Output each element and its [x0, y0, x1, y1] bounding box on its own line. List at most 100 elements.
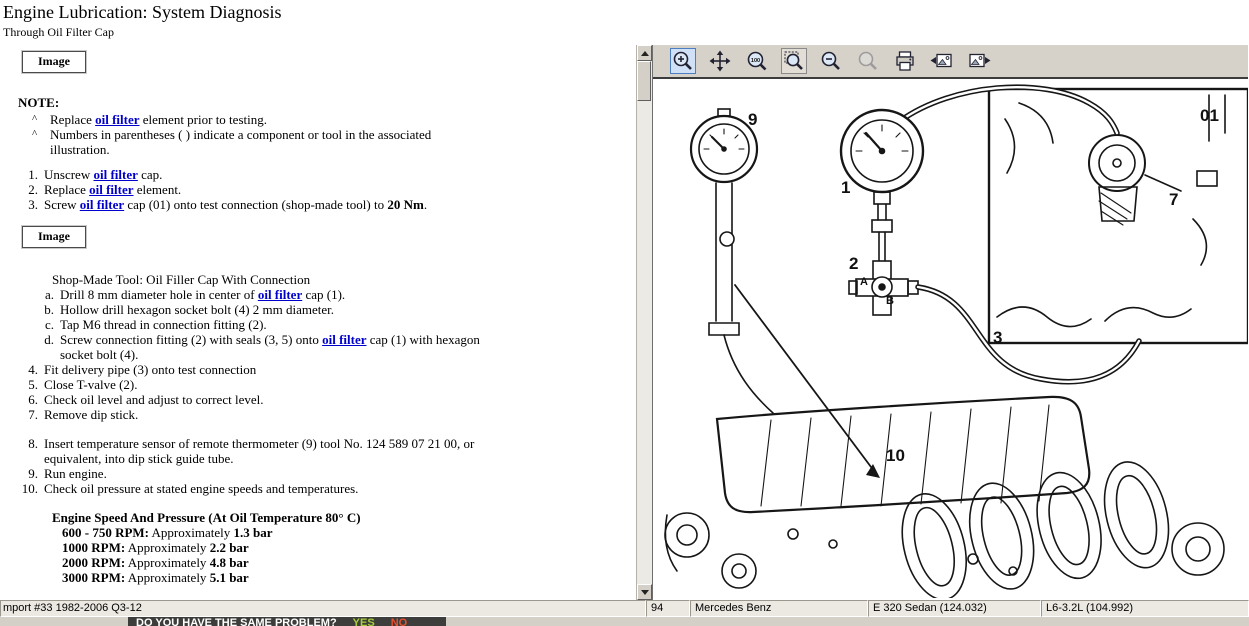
label-gauge-1: 1 [841, 178, 850, 197]
zoom-out-icon [820, 50, 842, 72]
step-row-7: 7. Remove dip stick. [0, 407, 636, 422]
pan-icon [709, 50, 731, 72]
pan-button[interactable] [707, 48, 733, 74]
text-segment: Unscrew [44, 167, 93, 182]
previous-image-button[interactable] [929, 48, 955, 74]
text-segment: Screw [44, 197, 80, 212]
print-icon [894, 50, 916, 72]
text-segment: cap. [138, 167, 163, 182]
substep-row-c: c. Tap M6 thread in connection fitting (… [0, 317, 636, 332]
pressure-line-2: 1000 RPM: Approximately 2.2 bar [62, 540, 636, 555]
vertical-scrollbar[interactable] [636, 45, 652, 600]
note-item: ^ Numbers in parentheses ( ) indicate a … [0, 127, 636, 157]
label-housing-01: 01 [1200, 106, 1219, 125]
oil-filter-link[interactable]: oil filter [95, 112, 139, 127]
rpm-label: 2000 RPM: [62, 555, 125, 570]
oil-filter-link[interactable]: oil filter [93, 167, 137, 182]
rpm-label: 1000 RPM: [62, 540, 125, 555]
scroll-up-button[interactable] [637, 45, 652, 61]
note-text: Replace oil filter element prior to test… [50, 112, 267, 127]
scrollbar-track[interactable] [637, 61, 652, 584]
zoom-window-button[interactable] [781, 48, 807, 74]
oil-filter-link[interactable]: oil filter [89, 182, 133, 197]
step-row-5: 5. Close T-valve (2). [0, 377, 636, 392]
oil-filter-link[interactable]: oil filter [322, 332, 366, 347]
app-window: Engine Lubrication: System Diagnosis Thr… [0, 0, 1249, 626]
forum-bar-right-spacer [446, 617, 1249, 626]
note-marker: ^ [32, 112, 50, 127]
forum-bar-left-spacer [0, 617, 128, 626]
page-title: Engine Lubrication: System Diagnosis [3, 2, 1249, 23]
status-cell-page: 94 [646, 600, 690, 617]
zoom-out-button[interactable] [818, 48, 844, 74]
step-text: Check oil pressure at stated engine spee… [44, 481, 358, 496]
image-button-bottom[interactable]: Image [22, 226, 86, 248]
oil-filter-link[interactable]: oil filter [80, 197, 124, 212]
text-segment: Approximately [125, 555, 210, 570]
step-number: 10. [0, 481, 44, 496]
step-text: Insert temperature sensor of remote ther… [44, 436, 514, 466]
status-cell-source: mport #33 1982-2006 Q3-12 [0, 600, 646, 617]
spacer [0, 157, 636, 167]
pressure-value: 5.1 bar [210, 570, 249, 585]
text-segment: Approximately [149, 525, 234, 540]
substep-text: Drill 8 mm diameter hole in center of oi… [60, 287, 345, 302]
rpm-label: 3000 RPM: [62, 570, 125, 585]
arrow-down-icon [641, 590, 649, 595]
step-number: 6. [0, 392, 44, 407]
label-dipstick-10: 10 [886, 446, 905, 465]
text-segment: Drill 8 mm diameter hole in center of [60, 287, 258, 302]
text-segment: . [424, 197, 427, 212]
step-row-8: 8. Insert temperature sensor of remote t… [0, 436, 636, 466]
forum-no-link[interactable]: NO [391, 617, 408, 626]
status-cell-model: E 320 Sedan (124.032) [868, 600, 1041, 617]
page-subtitle: Through Oil Filter Cap [3, 25, 1249, 40]
substep-text: Hollow drill hexagon socket bolt (4) 2 m… [60, 302, 334, 317]
substep-letter: b. [0, 302, 60, 317]
shop-tool-heading: Shop-Made Tool: Oil Filler Cap With Conn… [52, 272, 636, 287]
pressure-value: 1.3 bar [234, 525, 273, 540]
substep-row-a: a. Drill 8 mm diameter hole in center of… [0, 287, 636, 302]
zoom-dynamic-icon [857, 50, 879, 72]
note-marker: ^ [32, 127, 50, 157]
scrollbar-thumb[interactable] [637, 61, 651, 101]
step-number: 1. [0, 167, 44, 182]
forum-question-text: DO YOU HAVE THE SAME PROBLEM? [136, 617, 337, 626]
substep-text: Screw connection fitting (2) with seals … [60, 332, 490, 362]
image-button-top[interactable]: Image [22, 51, 86, 73]
step-row-3: 3. Screw oil filter cap (01) onto test c… [0, 197, 636, 212]
print-button[interactable] [892, 48, 918, 74]
pressure-value: 4.8 bar [210, 555, 249, 570]
note-text: Numbers in parentheses ( ) indicate a co… [50, 127, 480, 157]
text-segment: Approximately [125, 570, 210, 585]
substep-letter: c. [0, 317, 60, 332]
zoom-dynamic-button[interactable] [855, 48, 881, 74]
illustration-area[interactable]: 9 1 2 A B 3 10 01 7 [653, 79, 1248, 600]
forum-yes-link[interactable]: YES [353, 617, 375, 626]
step-text: Unscrew oil filter cap. [44, 167, 162, 182]
status-cell-engine: L6-3.2L (104.992) [1041, 600, 1249, 617]
label-hose-3: 3 [993, 328, 1002, 347]
step-row-6: 6. Check oil level and adjust to correct… [0, 392, 636, 407]
scroll-down-button[interactable] [637, 584, 652, 600]
illustration-panel: 100 [652, 45, 1248, 600]
pressure-line-4: 3000 RPM: Approximately 5.1 bar [62, 570, 636, 585]
oil-filter-link[interactable]: oil filter [258, 287, 302, 302]
zoom-100-button[interactable]: 100 [744, 48, 770, 74]
forum-bar: DO YOU HAVE THE SAME PROBLEM? YES NO [0, 617, 1249, 626]
step-text: Close T-valve (2). [44, 377, 138, 392]
text-segment: cap (1). [302, 287, 345, 302]
substep-text: Tap M6 thread in connection fitting (2). [60, 317, 267, 332]
step-text: Run engine. [44, 466, 107, 481]
previous-image-icon [930, 50, 954, 72]
label-port-a: A [860, 276, 868, 288]
procedure-panel: Image NOTE: ^ Replace oil filter element… [0, 45, 636, 600]
pressure-value: 2.2 bar [210, 540, 249, 555]
status-bar: mport #33 1982-2006 Q3-12 94 Mercedes Be… [0, 600, 1249, 617]
step-text: Check oil level and adjust to correct le… [44, 392, 263, 407]
step-number: 4. [0, 362, 44, 377]
note-label: NOTE: [18, 95, 636, 110]
next-image-button[interactable] [966, 48, 992, 74]
zoom-in-button[interactable] [670, 48, 696, 74]
substep-letter: d. [0, 332, 60, 362]
